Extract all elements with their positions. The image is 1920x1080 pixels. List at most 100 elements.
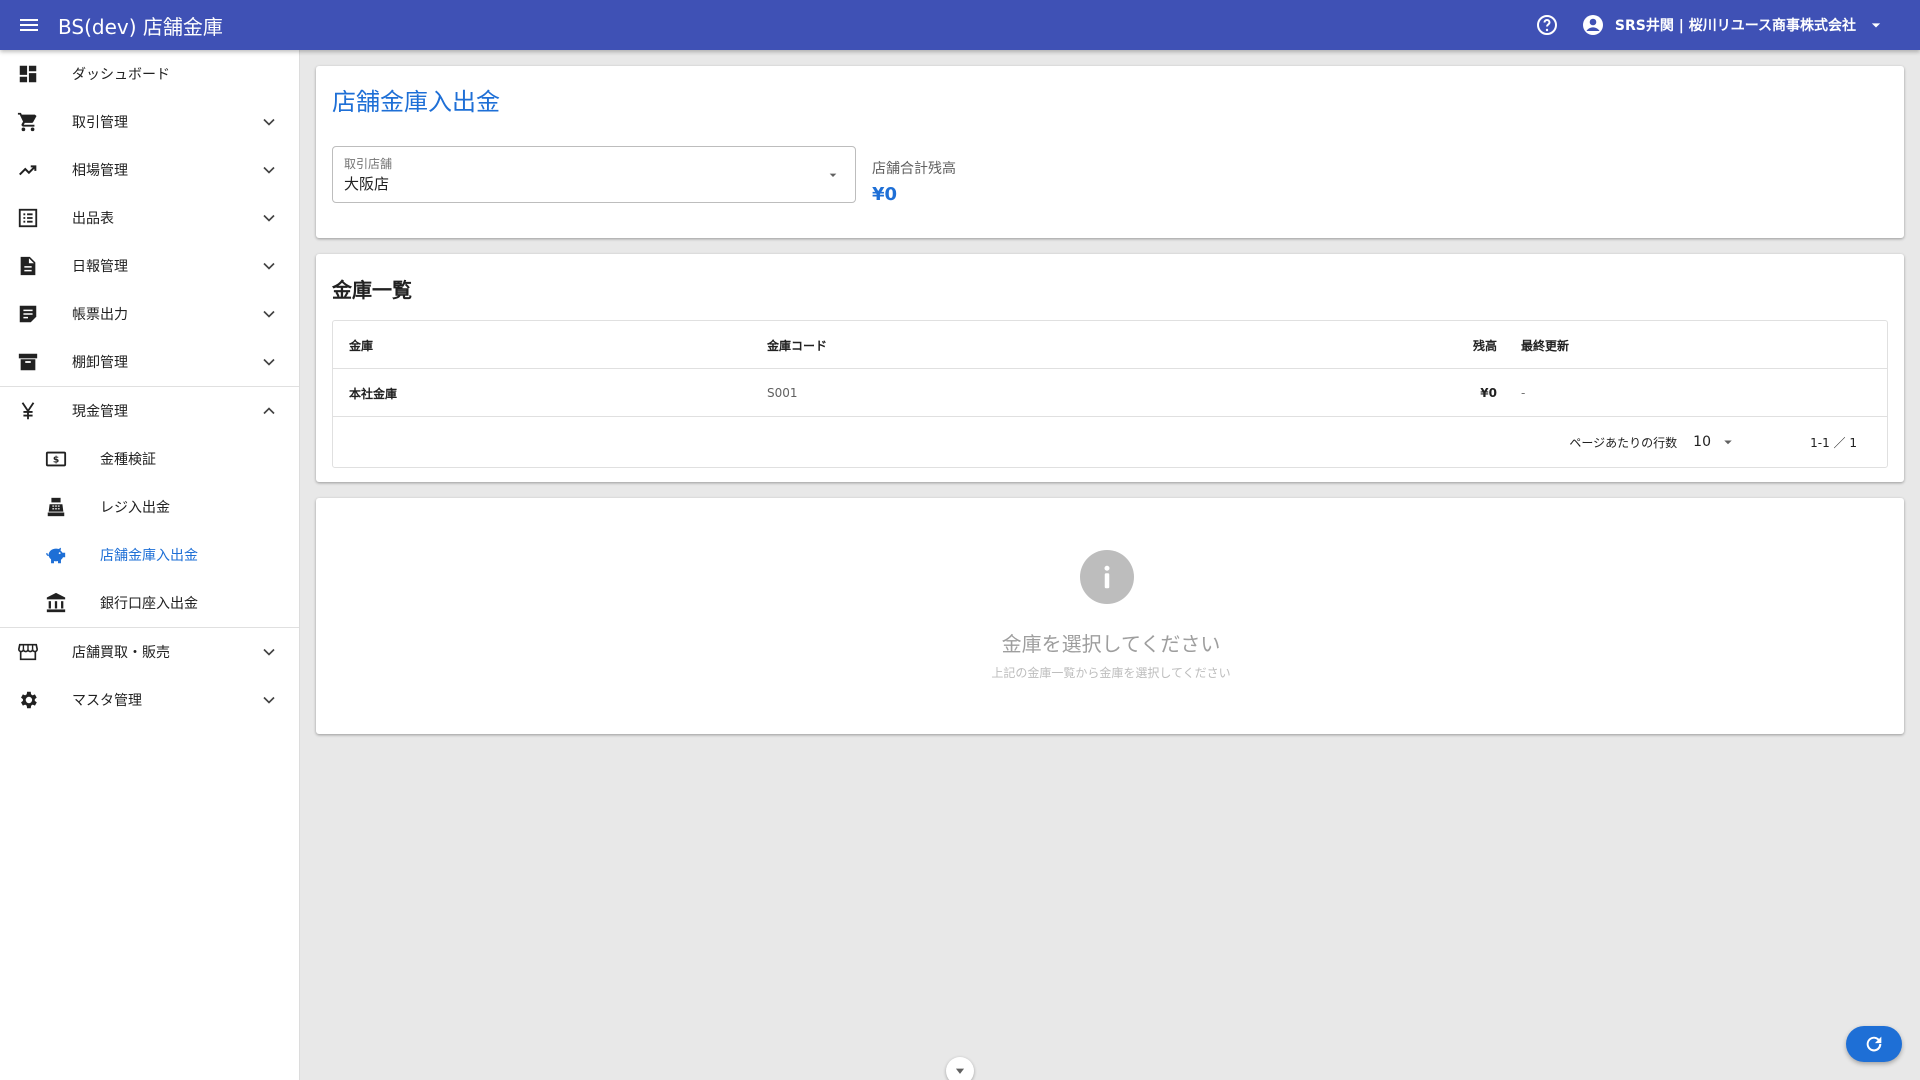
refresh-button[interactable] [1846, 1026, 1902, 1062]
sidebar-item-label: 相場管理 [72, 163, 128, 179]
sidebar-item-master[interactable]: マスタ管理 [0, 676, 299, 724]
sidebar: ダッシュボード 取引管理 相場管理 出品表 日報管理 帳票出力 棚卸管理 現金管… [0, 50, 300, 1080]
cell-balance: ¥0 [1480, 386, 1497, 400]
archive-icon [16, 350, 40, 374]
account-name: SRS井関 | 桜川リユース商事株式会社 [1614, 18, 1856, 34]
chevron-down-icon [955, 1068, 965, 1074]
sidebar-item-listings[interactable]: 出品表 [0, 194, 299, 242]
svg-text:$: $ [53, 455, 59, 466]
refresh-icon [1866, 1036, 1882, 1052]
column-header-updated[interactable]: 最終更新 [1521, 321, 1569, 369]
account-menu[interactable]: SRS井関 | 桜川リユース商事株式会社 [1581, 13, 1886, 37]
arrow-drop-down-icon [1871, 23, 1881, 28]
sidebar-item-label: 日報管理 [72, 259, 128, 275]
total-balance-label: 店舗合計残高 [872, 161, 956, 177]
table-pagination: ページあたりの行数 10 1-1 ／ 1 [333, 417, 1887, 467]
sidebar-subitem-store-safe[interactable]: 店舗金庫入出金 [0, 531, 299, 579]
app-title: BS(dev) 店舗金庫 [58, 14, 223, 39]
sidebar-item-market[interactable]: 相場管理 [0, 146, 299, 194]
money-icon: $ [44, 447, 68, 471]
cell-safe-code: S001 [767, 386, 798, 400]
sidebar-item-label: 出品表 [72, 211, 114, 227]
header-card: 店舗金庫入出金 取引店舗 大阪店 店舗合計残高 ¥0 [316, 66, 1904, 238]
sidebar-item-label: マスタ管理 [72, 693, 142, 709]
pagination-range: 1-1 ／ 1 [1810, 435, 1857, 450]
sidebar-item-inventory[interactable]: 棚卸管理 [0, 338, 299, 386]
trending-up-icon [16, 158, 40, 182]
cart-icon [16, 110, 40, 134]
sidebar-subitem-bank[interactable]: 銀行口座入出金 [0, 579, 299, 627]
sidebar-item-label: 帳票出力 [72, 307, 128, 323]
sidebar-subitem-label: レジ入出金 [100, 500, 170, 516]
store-icon [16, 640, 40, 664]
main-content: 店舗金庫入出金 取引店舗 大阪店 店舗合計残高 ¥0 金庫一覧 金庫 金庫コード… [300, 50, 1920, 1080]
safe-table: 金庫 金庫コード 残高 最終更新 本社金庫 S001 ¥0 - ページあたりの行… [332, 320, 1888, 468]
sidebar-item-dashboard[interactable]: ダッシュボード [0, 50, 299, 98]
column-header-balance[interactable]: 残高 [1373, 321, 1497, 369]
sidebar-item-label: 取引管理 [72, 115, 128, 131]
page-title: 店舗金庫入出金 [332, 88, 500, 116]
rows-per-page: ページあたりの行数 10 [1569, 417, 1737, 467]
scroll-down-button[interactable] [946, 1057, 974, 1080]
safe-list-card: 金庫一覧 金庫 金庫コード 残高 最終更新 本社金庫 S001 ¥0 - ページ… [316, 254, 1904, 482]
section-title: 金庫一覧 [332, 278, 412, 302]
chevron-down-icon [257, 110, 281, 134]
empty-state-title: 金庫を選択してください [1001, 632, 1221, 656]
piggy-bank-icon [44, 543, 68, 567]
sidebar-item-label: 棚卸管理 [72, 355, 128, 371]
sidebar-subitem-label: 金種検証 [100, 452, 156, 468]
rows-per-page-label: ページあたりの行数 [1569, 435, 1678, 450]
sidebar-item-store-trade[interactable]: 店舗買取・販売 [0, 628, 299, 676]
app-bar: BS(dev) 店舗金庫 SRS井関 | 桜川リユース商事株式会社 [0, 0, 1920, 50]
sidebar-subitem-denomination-check[interactable]: $ 金種検証 [0, 435, 299, 483]
menu-button[interactable] [0, 0, 58, 50]
store-select-label: 取引店舗 [344, 157, 393, 171]
column-header-safe[interactable]: 金庫 [349, 321, 373, 369]
chevron-down-icon [257, 640, 281, 664]
dashboard-icon [16, 62, 40, 86]
rows-per-page-value: 10 [1693, 434, 1711, 450]
bank-icon [44, 591, 68, 615]
table-row[interactable]: 本社金庫 S001 ¥0 - [333, 369, 1887, 417]
gear-icon [16, 688, 40, 712]
store-select-value: 大阪店 [344, 175, 390, 193]
column-header-code[interactable]: 金庫コード [767, 321, 827, 369]
yen-icon [16, 399, 40, 423]
register-icon [44, 495, 68, 519]
sidebar-item-label: 店舗買取・販売 [72, 645, 170, 661]
arrow-drop-down-icon [1724, 440, 1732, 445]
sidebar-subitem-label: 店舗金庫入出金 [100, 548, 198, 564]
sticky-note-icon [16, 302, 40, 326]
store-select[interactable]: 取引店舗 大阪店 [332, 146, 856, 203]
chevron-down-icon [257, 688, 281, 712]
sidebar-subitem-register[interactable]: レジ入出金 [0, 483, 299, 531]
sidebar-item-label: 現金管理 [72, 404, 128, 420]
sidebar-item-forms[interactable]: 帳票出力 [0, 290, 299, 338]
table-header-row: 金庫 金庫コード 残高 最終更新 [333, 321, 1887, 369]
sidebar-item-cash[interactable]: 現金管理 [0, 387, 299, 435]
list-icon [16, 206, 40, 230]
chevron-down-icon [257, 350, 281, 374]
account-circle-icon [1582, 15, 1603, 35]
sidebar-subitem-label: 銀行口座入出金 [100, 596, 198, 612]
sidebar-item-label: ダッシュボード [72, 67, 170, 83]
arrow-drop-down-icon [829, 173, 837, 177]
info-icon [1080, 550, 1134, 604]
chevron-up-icon [257, 399, 281, 423]
chevron-down-icon [257, 254, 281, 278]
empty-state-subtitle: 上記の金庫一覧から金庫を選択してください [991, 666, 1231, 680]
chevron-down-icon [257, 206, 281, 230]
document-icon [16, 254, 40, 278]
sidebar-item-transactions[interactable]: 取引管理 [0, 98, 299, 146]
safe-detail-card: 金庫を選択してください 上記の金庫一覧から金庫を選択してください [316, 498, 1904, 734]
chevron-down-icon [257, 302, 281, 326]
chevron-down-icon [257, 158, 281, 182]
menu-icon [20, 19, 38, 31]
cell-safe-name: 本社金庫 [349, 386, 398, 401]
rows-per-page-select[interactable]: 10 [1693, 433, 1737, 451]
sidebar-item-daily-report[interactable]: 日報管理 [0, 242, 299, 290]
help-button[interactable] [1527, 5, 1567, 45]
cell-updated: - [1521, 386, 1526, 400]
help-icon [1536, 15, 1557, 35]
total-balance-value: ¥0 [872, 184, 898, 205]
